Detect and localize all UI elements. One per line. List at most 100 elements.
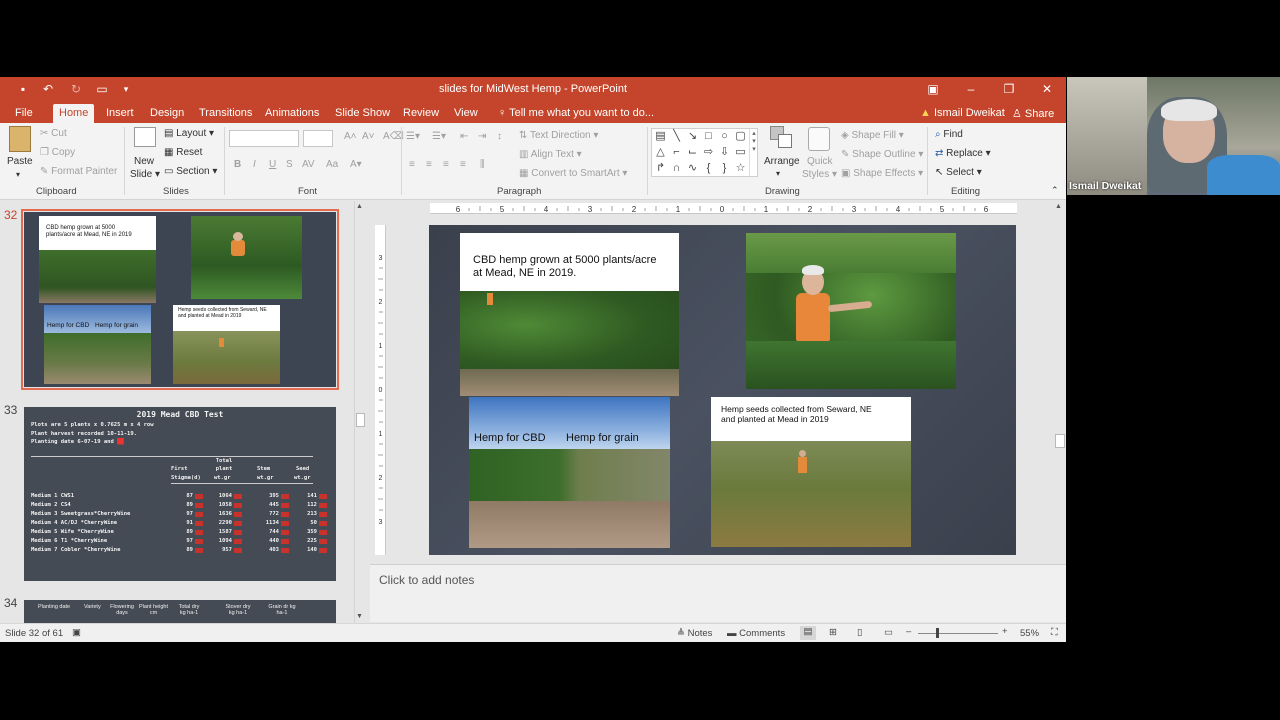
- replace-button[interactable]: ⇄ Replace ▾: [935, 148, 991, 159]
- curve-shape-icon[interactable]: ∩: [670, 163, 683, 174]
- zoom-level[interactable]: 55%: [1020, 628, 1039, 639]
- character-spacing-icon[interactable]: AV: [302, 159, 315, 170]
- shape-outline-button[interactable]: ✎ Shape Outline ▾: [841, 149, 923, 160]
- share-button[interactable]: ♙ Share: [1006, 104, 1060, 123]
- restore-button[interactable]: ❐: [990, 77, 1028, 101]
- right-arrow-shape-icon[interactable]: ⇨: [702, 147, 715, 158]
- thumbnail-slide-32[interactable]: CBD hemp grown at 5000 plants/acre at Me…: [21, 209, 339, 390]
- elbow-connector-shape-icon[interactable]: ⌐: [670, 147, 683, 158]
- scroll-down-icon[interactable]: ▼: [356, 613, 363, 620]
- line-spacing-icon[interactable]: ↕: [497, 131, 502, 142]
- reset-button[interactable]: ▦ Reset: [164, 147, 202, 158]
- tab-design[interactable]: Design: [144, 104, 190, 123]
- quick-styles-icon[interactable]: [808, 127, 830, 151]
- justify-icon[interactable]: ≡: [460, 159, 466, 170]
- convert-smartart-button[interactable]: ▦ Convert to SmartArt ▾: [519, 168, 627, 179]
- scroll-up-icon[interactable]: ▲: [356, 203, 363, 210]
- font-size-combo[interactable]: [303, 130, 333, 147]
- decrease-indent-icon[interactable]: ⇤: [460, 131, 468, 142]
- italic-button[interactable]: I: [253, 159, 256, 170]
- scroll-thumb[interactable]: [1055, 434, 1065, 448]
- reading-view-icon[interactable]: ▯: [857, 627, 862, 638]
- cut-button[interactable]: ✂ Cut: [40, 128, 67, 139]
- photo-cbd-hemp-field[interactable]: CBD hemp grown at 5000 plants/acre at Me…: [460, 233, 679, 396]
- tab-animations[interactable]: Animations: [259, 104, 325, 123]
- close-button[interactable]: ✕: [1028, 77, 1066, 101]
- paste-icon[interactable]: [9, 126, 31, 152]
- paste-dropdown-icon[interactable]: ▾: [16, 170, 20, 179]
- zoom-slider-thumb[interactable]: [936, 628, 939, 638]
- thumbnail-slide-34[interactable]: Planting date Variety Flowering days Pla…: [24, 600, 336, 625]
- grow-font-icon[interactable]: A˄: [344, 131, 357, 142]
- tab-insert[interactable]: Insert: [100, 104, 140, 123]
- layout-button[interactable]: ▤ Layout ▾: [164, 128, 214, 139]
- copy-button[interactable]: ❐ Copy: [40, 147, 75, 158]
- text-box-shape-icon[interactable]: ▤: [654, 131, 667, 142]
- arrange-button[interactable]: Arrange: [764, 156, 800, 167]
- align-right-icon[interactable]: ≡: [443, 159, 449, 170]
- underline-button[interactable]: U: [269, 159, 276, 170]
- current-slide-32[interactable]: CBD hemp grown at 5000 plants/acre at Me…: [429, 225, 1016, 555]
- new-slide-icon[interactable]: [134, 127, 156, 147]
- down-arrow-shape-icon[interactable]: ⇩: [718, 147, 731, 158]
- triangle-shape-icon[interactable]: △: [654, 147, 667, 158]
- tab-review[interactable]: Review: [397, 104, 445, 123]
- arrange-dropdown-icon[interactable]: ▾: [776, 169, 780, 178]
- fit-to-window-icon[interactable]: ⛶: [1051, 627, 1058, 638]
- rectangle-shape-icon[interactable]: □: [702, 131, 715, 142]
- zoom-in-icon[interactable]: +: [1002, 626, 1008, 637]
- zoom-out-icon[interactable]: –: [906, 626, 911, 637]
- spelling-check-icon[interactable]: ▣: [72, 627, 81, 638]
- columns-icon[interactable]: ⫼: [480, 159, 485, 170]
- bent-arrow-shape-icon[interactable]: ↱: [654, 163, 667, 174]
- format-painter-button[interactable]: ✎ Format Painter: [40, 166, 117, 177]
- align-left-icon[interactable]: ≡: [409, 159, 415, 170]
- notes-toggle[interactable]: ≜ Notes: [677, 628, 712, 639]
- wave-shape-icon[interactable]: ∿: [686, 163, 699, 174]
- shapes-gallery[interactable]: ▤ ╲ ↘ □ ○ ▢ △ ⌐ ⌙ ⇨ ⇩ ▭ ↱ ∩ ∿ { } ☆ ▴ ▾ ▾: [651, 128, 758, 177]
- oval-shape-icon[interactable]: ○: [718, 131, 731, 142]
- star-shape-icon[interactable]: ☆: [734, 163, 747, 174]
- numbering-icon[interactable]: ☰▾: [432, 131, 446, 142]
- tab-file[interactable]: File: [9, 104, 39, 123]
- account-button[interactable]: ▲ Ismail Dweikat: [914, 104, 1011, 123]
- callout-shape-icon[interactable]: ▭: [734, 147, 747, 158]
- bent-connector-shape-icon[interactable]: ⌙: [686, 147, 699, 158]
- slide-scrollbar[interactable]: ▲ ▼ ⏶ ⏷: [1054, 201, 1066, 625]
- collapse-ribbon-icon[interactable]: ⌃: [1051, 185, 1059, 196]
- arrange-icon[interactable]: [770, 126, 794, 152]
- new-slide-button[interactable]: New: [134, 156, 154, 167]
- gallery-more-icon[interactable]: ▴ ▾ ▾: [749, 129, 758, 176]
- tab-slide-show[interactable]: Slide Show: [329, 104, 396, 123]
- font-color-icon[interactable]: A▾: [350, 159, 362, 170]
- slide-sorter-icon[interactable]: ⊞: [829, 627, 837, 638]
- tell-me-box[interactable]: ♀ Tell me what you want to do...: [492, 104, 660, 123]
- photo-hemp-cbd-vs-grain[interactable]: Hemp for CBD Hemp for grain: [469, 397, 670, 548]
- bullets-icon[interactable]: ☰▾: [406, 131, 420, 142]
- notes-pane[interactable]: Click to add notes: [370, 564, 1066, 622]
- rounded-rectangle-shape-icon[interactable]: ▢: [734, 131, 747, 142]
- zoom-slider[interactable]: [918, 633, 998, 634]
- slideshow-icon[interactable]: ▭: [884, 627, 893, 638]
- change-case-icon[interactable]: Aa: [326, 159, 338, 170]
- normal-view-icon[interactable]: ▤: [800, 626, 816, 640]
- scroll-thumb[interactable]: [356, 413, 365, 427]
- arrow-line-shape-icon[interactable]: ↘: [686, 131, 699, 142]
- section-button[interactable]: ▭ Section ▾: [164, 166, 217, 177]
- increase-indent-icon[interactable]: ⇥: [478, 131, 486, 142]
- bold-button[interactable]: B: [234, 159, 241, 170]
- comments-toggle[interactable]: ▬ Comments: [727, 628, 785, 639]
- tab-home[interactable]: Home: [53, 104, 95, 123]
- thumbnail-slide-33[interactable]: 2019 Mead CBD Test Plots are 5 plants x …: [24, 407, 336, 581]
- font-name-combo[interactable]: [229, 130, 299, 147]
- align-text-button[interactable]: ▥ Align Text ▾: [519, 149, 582, 160]
- tab-transitions[interactable]: Transitions: [193, 104, 258, 123]
- shape-fill-button[interactable]: ◈ Shape Fill ▾: [841, 130, 904, 141]
- minimize-button[interactable]: –: [952, 77, 990, 101]
- center-icon[interactable]: ≡: [426, 159, 432, 170]
- paste-button[interactable]: Paste: [7, 156, 33, 167]
- shape-effects-button[interactable]: ▣ Shape Effects ▾: [841, 168, 923, 179]
- left-brace-shape-icon[interactable]: {: [702, 163, 715, 174]
- photo-man-in-hemp[interactable]: [746, 233, 956, 389]
- tab-view[interactable]: View: [448, 104, 484, 123]
